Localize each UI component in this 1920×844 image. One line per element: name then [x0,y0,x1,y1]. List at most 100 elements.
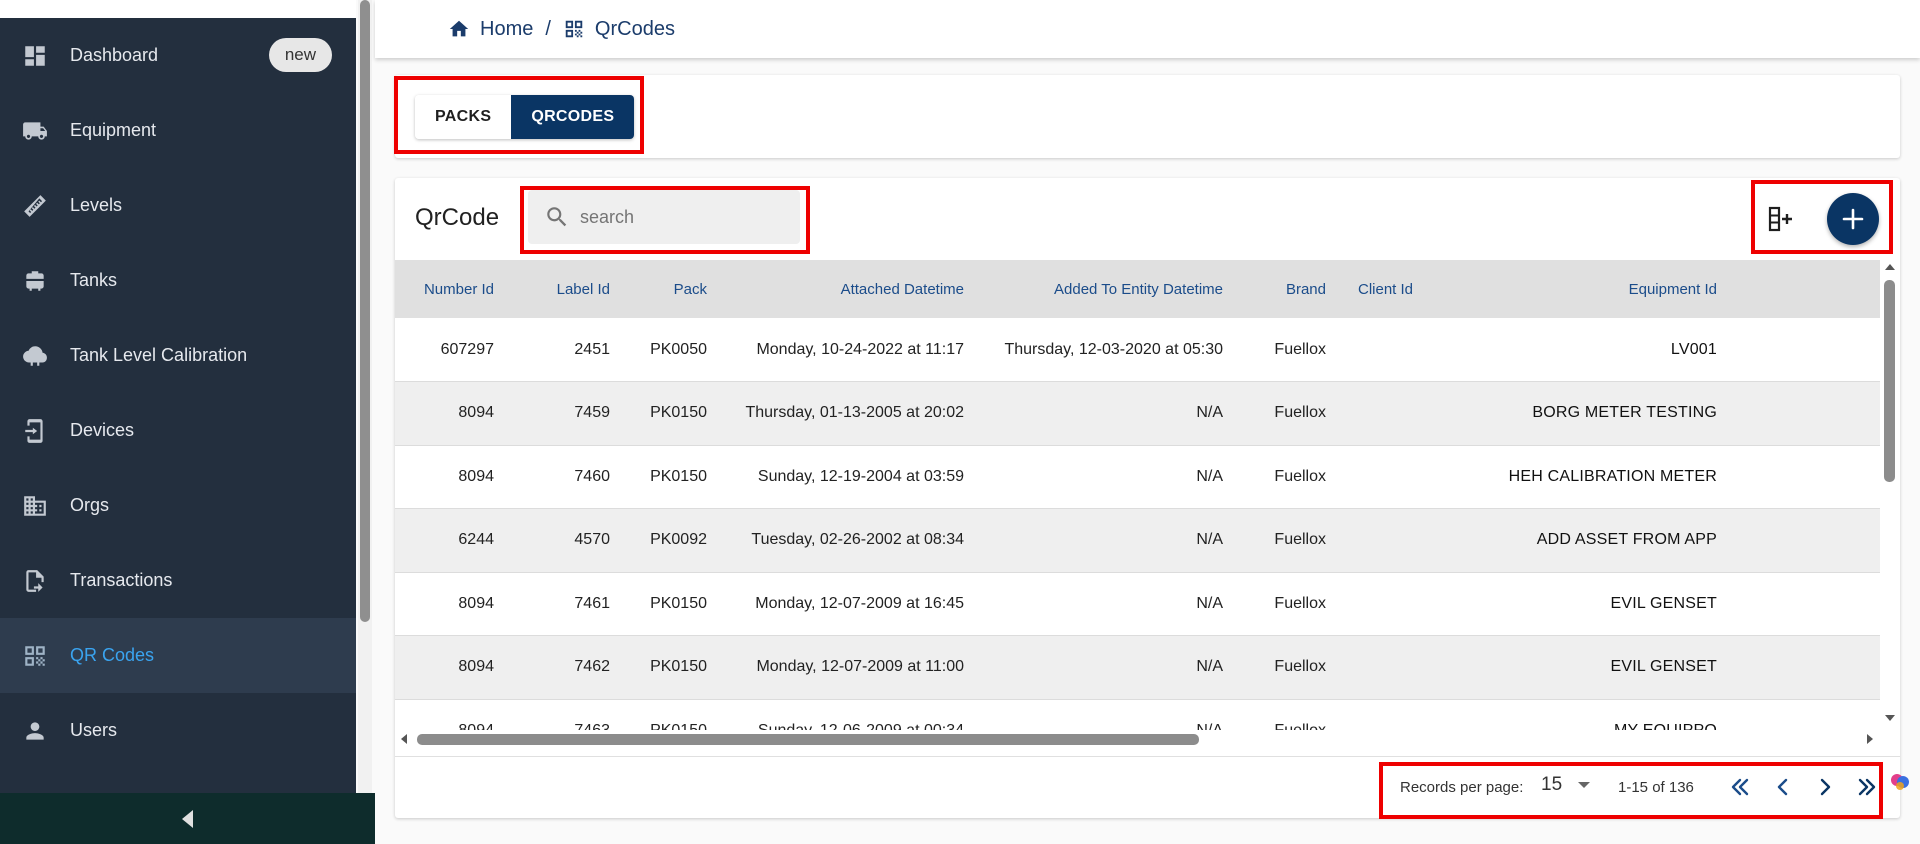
table-row[interactable]: 8094 7460 PK0150 Sunday, 12-19-2004 at 03:5… [395,445,1880,509]
cell-label-id: 7459 [510,381,626,446]
cell-brand: Fuellox [1239,508,1342,573]
cell-brand: Fuellox [1239,572,1342,636]
cell-number-id: 8094 [395,572,510,636]
truck-icon [20,116,50,146]
column-header-brand[interactable]: Brand [1239,260,1342,318]
sidebar-item-orgs[interactable]: Orgs [0,468,356,543]
table-vertical-scrollbar[interactable] [1880,260,1900,730]
user-icon [20,716,50,746]
cell-brand: Fuellox [1239,699,1342,730]
column-header-equipment-id[interactable]: Equipment Id [1460,260,1733,318]
cell-equipment-id: EVIL GENSET [1460,635,1733,700]
plus-icon [1842,208,1864,230]
assistant-icon[interactable] [1888,770,1912,794]
add-column-icon [1768,206,1792,232]
ruler-icon [20,191,50,221]
cell-number-id: 8094 [395,699,510,730]
sidebar-item-dashboard[interactable]: Dashboard new [0,18,356,93]
add-qrcode-button[interactable] [1827,193,1879,245]
scroll-down-arrow-icon[interactable] [1885,715,1895,721]
table-row[interactable]: 6244 4570 PK0092 Tuesday, 02-26-2002 at 08:… [395,508,1880,573]
cell-client-id [1342,445,1460,509]
table-row[interactable]: 8094 7462 PK0150 Monday, 12-07-2009 at 11:0… [395,635,1880,700]
column-header-attached-datetime[interactable]: Attached Datetime [723,260,980,318]
cell-brand: Fuellox [1239,381,1342,446]
first-page-button[interactable] [1725,772,1755,802]
cell-added-to-entity-datetime: N/A [980,572,1239,636]
search-input[interactable] [580,206,780,228]
sidebar-item-qr-codes[interactable]: QR Codes [0,618,356,693]
scroll-right-arrow-icon[interactable] [1867,734,1873,744]
last-page-button[interactable] [1852,772,1882,802]
table-horizontal-scrollbar[interactable] [395,730,1880,748]
column-header-added-to-entity-datetime[interactable]: Added To Entity Datetime [980,260,1239,318]
tank-icon [20,266,50,296]
sidebar-top-strip [0,0,356,18]
table-row[interactable]: 8094 7461 PK0150 Monday, 12-07-2009 at 16:4… [395,572,1880,636]
sidebar-item-devices[interactable]: Devices [0,393,356,468]
cell-label-id: 7460 [510,445,626,509]
sidebar-item-equipment[interactable]: Equipment [0,93,356,168]
sidebar-collapse-button[interactable] [0,793,375,844]
cloud-tank-icon [20,341,50,371]
chevron-left-icon [1777,778,1788,796]
sidebar-item-label: Tanks [70,270,118,290]
table-row[interactable]: 607297 2451 PK0050 Monday, 10-24-2022 at 11… [395,318,1880,382]
records-per-page-select[interactable]: 15 [1541,774,1591,796]
cell-number-id: 8094 [395,381,510,446]
sidebar-item-tanks[interactable]: Tanks [0,243,356,318]
cell-equipment-id: BORG METER TESTING [1460,381,1733,446]
cell-extra: METER W [1733,381,1880,446]
tab-packs[interactable]: PACKS [415,95,512,139]
sidebar-item-label: QR Codes [70,645,155,665]
scroll-up-arrow-icon[interactable] [1885,264,1895,270]
column-header-extra[interactable] [1733,260,1880,318]
cell-client-id [1342,572,1460,636]
add-column-button[interactable] [1765,202,1799,236]
cell-label-id: 4570 [510,508,626,573]
sidebar-scrollbar-thumb[interactable] [360,0,370,622]
cell-extra: D [1733,318,1880,382]
new-badge: new [268,38,332,72]
column-header-label-id[interactable]: Label Id [510,260,626,318]
breadcrumb-home[interactable]: Home [448,18,533,41]
sidebar-item-users[interactable]: Users [0,693,356,768]
scroll-left-arrow-icon[interactable] [401,734,407,744]
cell-attached-datetime: Monday, 12-07-2009 at 11:00 [723,635,980,700]
cell-brand: Fuellox [1239,318,1342,382]
table-row[interactable]: 8094 7459 PK0150 Thursday, 01-13-2005 at 20… [395,381,1880,446]
home-icon [449,20,469,37]
table-vertical-scrollbar-thumb[interactable] [1884,280,1895,482]
cell-added-to-entity-datetime: N/A [980,381,1239,446]
previous-page-button[interactable] [1768,772,1798,802]
sidebar-item-tank-level-calibration[interactable]: Tank Level Calibration [0,318,356,393]
qr-code-icon [565,20,583,38]
breadcrumb: Home / QrCodes [375,0,1920,58]
cell-label-id: 2451 [510,318,626,382]
cell-equipment-id: EVIL GENSET [1460,572,1733,636]
sidebar-item-transactions[interactable]: Transactions [0,543,356,618]
sidebar-scrollbar[interactable] [358,0,372,844]
cell-number-id: 8094 [395,445,510,509]
table-horizontal-scrollbar-thumb[interactable] [417,734,1199,745]
breadcrumb-current-label: QrCodes [594,17,675,40]
column-header-number-id[interactable]: Number Id [395,260,510,318]
search-icon [547,207,567,227]
records-per-page-value: 15 [1541,774,1563,795]
sidebar-item-label: Levels [70,195,123,215]
cell-client-id [1342,635,1460,700]
column-header-client-id[interactable]: Client Id [1342,260,1460,318]
sidebar-item-levels[interactable]: Levels [0,168,356,243]
pagination: Records per page: 15 1-15 of 136 [395,758,1900,818]
next-page-button[interactable] [1810,772,1840,802]
tab-qrcodes[interactable]: QRCODES [511,95,635,139]
column-header-pack[interactable]: Pack [626,260,723,318]
card-title: QrCode [415,204,500,231]
sidebar-nav: Dashboard new Equipment Levels Tanks Tan… [0,18,356,768]
view-toggle-group: PACKS QRCODES [415,95,635,139]
search-field[interactable] [528,190,800,244]
table-row[interactable]: 80947463PK0150Sunday, 12-06-2009 at 00:3… [395,699,1880,730]
cell-brand: Fuellox [1239,445,1342,509]
qrcode-table-card: QrCode Number Id Label Id Pack Attached … [395,178,1900,818]
building-icon [20,491,50,521]
